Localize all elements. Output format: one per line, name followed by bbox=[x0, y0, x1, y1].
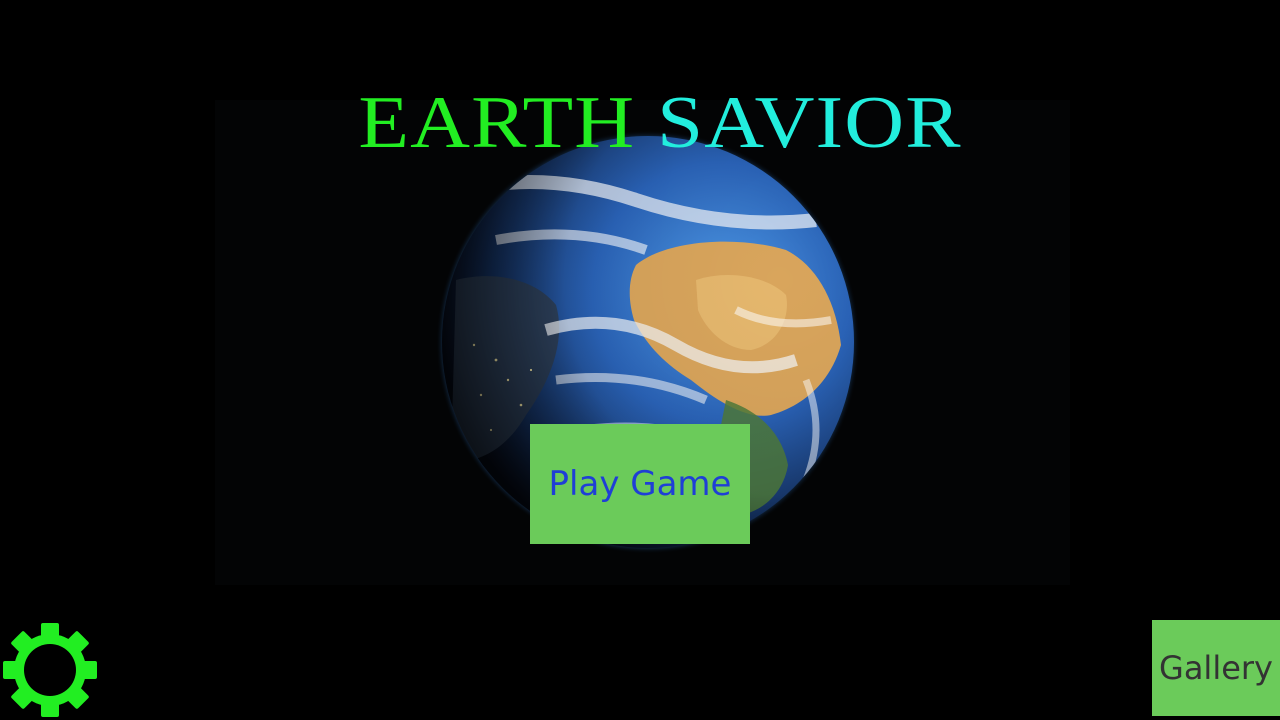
title-word-savior: SAVIOR bbox=[657, 82, 962, 164]
gear-icon[interactable] bbox=[2, 622, 98, 718]
title-word-earth: EARTH bbox=[358, 82, 636, 164]
game-title: EARTH SAVIOR bbox=[0, 78, 1280, 168]
gallery-label: Gallery bbox=[1159, 649, 1273, 687]
play-game-label: Play Game bbox=[548, 464, 732, 504]
main-menu-screen: EARTH SAVIOR Play Game Gallery bbox=[0, 0, 1280, 720]
play-game-button[interactable]: Play Game bbox=[530, 424, 750, 544]
gallery-button[interactable]: Gallery bbox=[1152, 620, 1280, 716]
